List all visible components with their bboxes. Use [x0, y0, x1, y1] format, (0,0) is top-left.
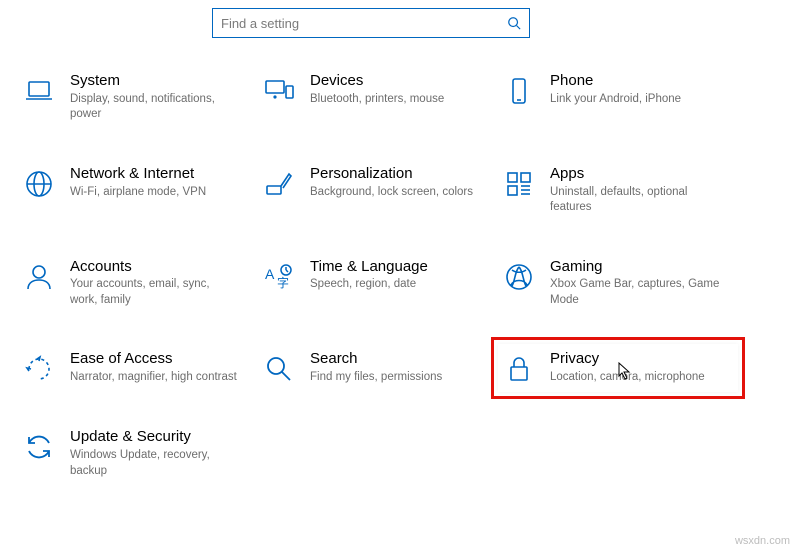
svg-text:字: 字	[277, 275, 289, 290]
tile-texts: Update & Security Windows Update, recove…	[70, 428, 246, 479]
tile-texts: Privacy Location, camera, microphone	[550, 350, 726, 385]
tile-title: Ease of Access	[70, 350, 246, 369]
tile-desc: Narrator, magnifier, high contrast	[70, 370, 240, 386]
tile-title: Time & Language	[310, 258, 486, 277]
tile-texts: Accounts Your accounts, email, sync, wor…	[70, 258, 246, 309]
search-icon	[507, 16, 521, 30]
tile-title: Apps	[550, 165, 726, 184]
tile-title: Search	[310, 350, 486, 369]
globe-icon	[22, 167, 56, 201]
laptop-icon	[22, 74, 56, 108]
tile-title: Phone	[550, 72, 726, 91]
tile-title: Gaming	[550, 258, 726, 277]
tile-desc: Xbox Game Bar, captures, Game Mode	[550, 277, 720, 308]
tile-desc: Bluetooth, printers, mouse	[310, 92, 480, 108]
tile-texts: Personalization Background, lock screen,…	[310, 165, 486, 200]
tile-update-security[interactable]: Update & Security Windows Update, recove…	[18, 422, 258, 485]
tile-desc: Background, lock screen, colors	[310, 185, 480, 201]
tile-texts: Gaming Xbox Game Bar, captures, Game Mod…	[550, 258, 726, 309]
settings-grid: System Display, sound, notifications, po…	[0, 66, 800, 485]
devices-icon	[262, 74, 296, 108]
tile-system[interactable]: System Display, sound, notifications, po…	[18, 66, 258, 129]
tile-texts: Time & Language Speech, region, date	[310, 258, 486, 293]
tile-privacy[interactable]: Privacy Location, camera, microphone	[498, 344, 738, 392]
tile-title: Privacy	[550, 350, 726, 369]
apps-icon	[502, 167, 536, 201]
tile-desc: Speech, region, date	[310, 277, 480, 293]
phone-icon	[502, 74, 536, 108]
tile-title: Devices	[310, 72, 486, 91]
tile-desc: Find my files, permissions	[310, 370, 480, 386]
tile-phone[interactable]: Phone Link your Android, iPhone	[498, 66, 738, 129]
tile-title: Network & Internet	[70, 165, 246, 184]
xbox-icon	[502, 260, 536, 294]
tile-desc: Location, camera, microphone	[550, 370, 720, 386]
cursor-icon	[618, 362, 632, 385]
tile-desc: Windows Update, recovery, backup	[70, 448, 240, 479]
tile-devices[interactable]: Devices Bluetooth, printers, mouse	[258, 66, 498, 129]
person-icon	[22, 260, 56, 294]
tile-ease-of-access[interactable]: Ease of Access Narrator, magnifier, high…	[18, 344, 258, 392]
tile-texts: Devices Bluetooth, printers, mouse	[310, 72, 486, 107]
tile-desc: Uninstall, defaults, optional features	[550, 185, 720, 216]
tile-desc: Link your Android, iPhone	[550, 92, 720, 108]
paintbrush-icon	[262, 167, 296, 201]
tile-texts: Ease of Access Narrator, magnifier, high…	[70, 350, 246, 385]
tile-time-language[interactable]: A字 Time & Language Speech, region, date	[258, 252, 498, 315]
svg-text:A: A	[265, 266, 275, 282]
ease-of-access-icon	[22, 352, 56, 386]
tile-desc: Wi-Fi, airplane mode, VPN	[70, 185, 240, 201]
tile-desc: Your accounts, email, sync, work, family	[70, 277, 240, 308]
tile-title: Personalization	[310, 165, 486, 184]
tile-texts: Phone Link your Android, iPhone	[550, 72, 726, 107]
tile-texts: Network & Internet Wi-Fi, airplane mode,…	[70, 165, 246, 200]
tile-search[interactable]: Search Find my files, permissions	[258, 344, 498, 392]
tile-texts: Search Find my files, permissions	[310, 350, 486, 385]
tile-desc: Display, sound, notifications, power	[70, 92, 240, 123]
tile-texts: Apps Uninstall, defaults, optional featu…	[550, 165, 726, 216]
tile-personalization[interactable]: Personalization Background, lock screen,…	[258, 159, 498, 222]
time-language-icon: A字	[262, 260, 296, 294]
tile-texts: System Display, sound, notifications, po…	[70, 72, 246, 123]
search-container	[212, 8, 530, 38]
tile-title: System	[70, 72, 246, 91]
search-input[interactable]	[217, 16, 507, 31]
tile-title: Accounts	[70, 258, 246, 277]
watermark: wsxdn.com	[735, 535, 790, 547]
lock-icon	[502, 352, 536, 386]
tile-title: Update & Security	[70, 428, 246, 447]
tile-gaming[interactable]: Gaming Xbox Game Bar, captures, Game Mod…	[498, 252, 738, 315]
tile-accounts[interactable]: Accounts Your accounts, email, sync, wor…	[18, 252, 258, 315]
magnifier-icon	[262, 352, 296, 386]
search-box[interactable]	[212, 8, 530, 38]
tile-network[interactable]: Network & Internet Wi-Fi, airplane mode,…	[18, 159, 258, 222]
tile-apps[interactable]: Apps Uninstall, defaults, optional featu…	[498, 159, 738, 222]
update-icon	[22, 430, 56, 464]
